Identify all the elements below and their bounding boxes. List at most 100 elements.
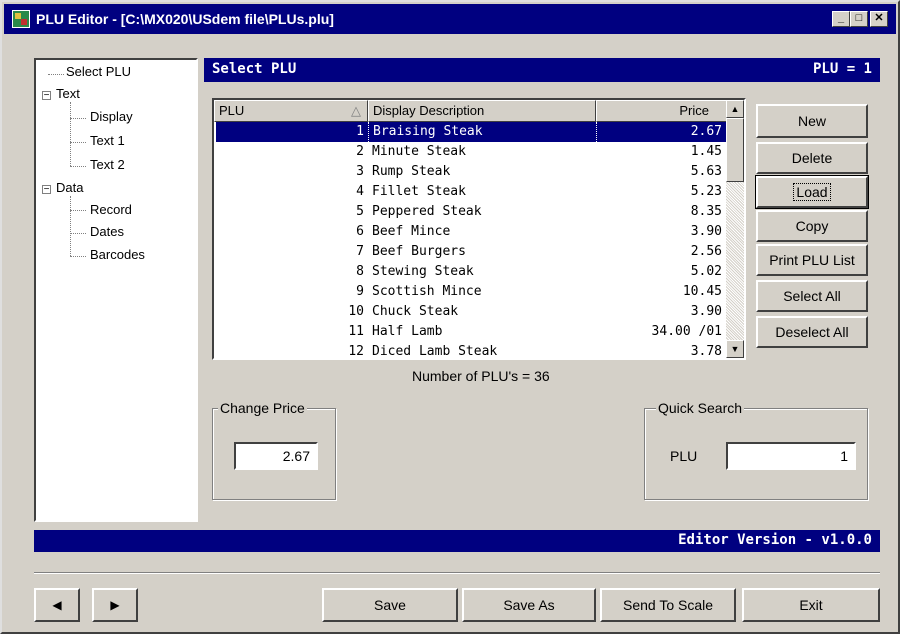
table-cell-plu: 4 [356, 184, 364, 199]
table-cell-desc: Scottish Mince [372, 284, 482, 299]
table-cell-price: 2.67 [596, 122, 726, 142]
plu-editor-window: PLU Editor - [C:\MX020\USdem file\PLUs.p… [0, 0, 900, 634]
table-cell-price: 3.90 [690, 304, 722, 319]
deselect-all-button[interactable]: Deselect All [756, 316, 868, 348]
save-button[interactable]: Save [322, 588, 458, 622]
quick-search-plu-label: PLU [670, 448, 698, 464]
table-row[interactable]: 10 Chuck Steak 3.90 [216, 302, 726, 322]
window-title: PLU Editor - [C:\MX020\USdem file\PLUs.p… [36, 11, 334, 27]
exit-button[interactable]: Exit [742, 588, 880, 622]
tree-item-text-1[interactable]: Text 1 [90, 133, 125, 148]
table-cell-desc: Rump Steak [372, 164, 451, 179]
app-icon[interactable] [12, 10, 30, 28]
table-cell-price: 3.90 [690, 224, 722, 239]
scroll-down-arrow-icon[interactable]: ▼ [726, 340, 744, 358]
editor-version: Editor Version - v1.0.0 [678, 532, 872, 548]
previous-arrow-icon[interactable]: ◀ [34, 588, 80, 622]
table-row[interactable]: 11 Half Lamb 34.00 /01 [216, 322, 726, 342]
table-row[interactable]: 5 Peppered Steak 8.35 [216, 202, 726, 222]
tree-item-text-2[interactable]: Text 2 [90, 157, 125, 172]
list-scrollbar[interactable]: ▲ ▼ [726, 100, 744, 358]
close-button[interactable]: ✕ [870, 11, 888, 27]
table-cell-plu: 11 [348, 324, 364, 339]
title-bar[interactable]: PLU Editor - [C:\MX020\USdem file\PLUs.p… [4, 4, 896, 34]
table-cell-plu: 2 [356, 144, 364, 159]
divider [34, 572, 880, 574]
table-cell-price: 10.45 [682, 284, 722, 299]
new-button[interactable]: New [756, 104, 868, 138]
tree-item-dates[interactable]: Dates [90, 224, 124, 239]
save-as-button[interactable]: Save As [462, 588, 596, 622]
table-cell-desc: Chuck Steak [372, 304, 459, 319]
table-row[interactable]: 6 Beef Mince 3.90 [216, 222, 726, 242]
table-cell-plu: 10 [348, 304, 364, 319]
tree-item-text[interactable]: Text [56, 86, 80, 101]
tree-item-record[interactable]: Record [90, 202, 132, 217]
table-cell-plu: 6 [356, 224, 364, 239]
select-all-button[interactable]: Select All [756, 280, 868, 312]
table-row[interactable]: 4 Fillet Steak 5.23 [216, 182, 726, 202]
tree-item-select-plu[interactable]: Select PLU [66, 64, 131, 79]
plu-list[interactable]: PLU △ Display Description Price 1 Braisin… [212, 98, 746, 360]
table-cell-price: 3.78 [690, 344, 722, 359]
copy-button[interactable]: Copy [756, 210, 868, 242]
table-row[interactable]: 1 Braising Steak 2.67 [216, 122, 726, 142]
load-button[interactable]: Load [755, 175, 869, 209]
table-row[interactable]: 12 Diced Lamb Steak 3.78 [216, 342, 726, 359]
table-row[interactable]: 9 Scottish Mince 10.45 [216, 282, 726, 302]
table-cell-desc: Braising Steak [368, 122, 596, 142]
plu-count: Number of PLU's = 36 [412, 368, 550, 384]
table-cell-desc: Beef Burgers [372, 244, 466, 259]
tree-item-barcodes[interactable]: Barcodes [90, 247, 145, 262]
tree-item-data[interactable]: Data [56, 180, 83, 195]
table-cell-plu: 7 [356, 244, 364, 259]
section-header: Select PLU PLU = 1 [204, 58, 880, 82]
table-cell-price: 5.63 [690, 164, 722, 179]
collapse-icon[interactable]: − [42, 91, 51, 101]
tree-item-display[interactable]: Display [90, 109, 133, 124]
change-price-input[interactable]: 2.67 [234, 442, 318, 470]
table-cell-desc: Fillet Steak [372, 184, 466, 199]
table-cell-plu: 5 [356, 204, 364, 219]
table-cell-plu: 3 [356, 164, 364, 179]
table-cell-desc: Stewing Steak [372, 264, 474, 279]
column-header-plu[interactable]: PLU △ [214, 100, 368, 122]
table-cell-price: 2.56 [690, 244, 722, 259]
table-cell-price: 5.23 [690, 184, 722, 199]
table-cell-plu: 1 [356, 124, 364, 139]
send-to-scale-button[interactable]: Send To Scale [600, 588, 736, 622]
table-cell-plu: 12 [348, 344, 364, 359]
collapse-icon[interactable]: − [42, 185, 51, 195]
scroll-up-arrow-icon[interactable]: ▲ [726, 100, 744, 118]
version-bar: Editor Version - v1.0.0 [34, 530, 880, 552]
table-row[interactable]: 2 Minute Steak 1.45 [216, 142, 726, 162]
table-row[interactable]: 3 Rump Steak 5.63 [216, 162, 726, 182]
next-arrow-icon[interactable]: ▶ [92, 588, 138, 622]
column-header-price[interactable]: Price [596, 100, 728, 122]
table-row[interactable]: 7 Beef Burgers 2.56 [216, 242, 726, 262]
quick-search-input[interactable]: 1 [726, 442, 856, 470]
table-cell-price: 1.45 [690, 144, 722, 159]
column-header-description[interactable]: Display Description [368, 100, 596, 122]
table-cell-desc: Beef Mince [372, 224, 451, 239]
maximize-button[interactable]: □ [850, 11, 868, 27]
section-title: Select PLU [212, 61, 297, 77]
sort-ascending-icon: △ [351, 103, 361, 118]
plu-indicator: PLU = 1 [812, 61, 872, 77]
table-cell-plu: 8 [356, 264, 364, 279]
navigation-tree[interactable]: Select PLU − Text Display Text 1 Text 2 … [34, 58, 198, 522]
table-row[interactable]: 8 Stewing Steak 5.02 [216, 262, 726, 282]
print-plu-list-button[interactable]: Print PLU List [756, 244, 868, 276]
table-cell-price: 34.00 /01 [651, 324, 722, 339]
table-cell-desc: Minute Steak [372, 144, 466, 159]
delete-button[interactable]: Delete [756, 142, 868, 174]
table-cell-desc: Half Lamb [372, 324, 443, 339]
table-cell-price: 5.02 [690, 264, 722, 279]
minimize-button[interactable]: _ [832, 11, 850, 27]
table-cell-price: 8.35 [690, 204, 722, 219]
table-cell-desc: Peppered Steak [372, 204, 482, 219]
scrollbar-thumb[interactable] [726, 118, 744, 182]
quick-search-label: Quick Search [656, 400, 745, 416]
table-cell-plu: 9 [356, 284, 364, 299]
table-cell-desc: Diced Lamb Steak [372, 344, 498, 359]
